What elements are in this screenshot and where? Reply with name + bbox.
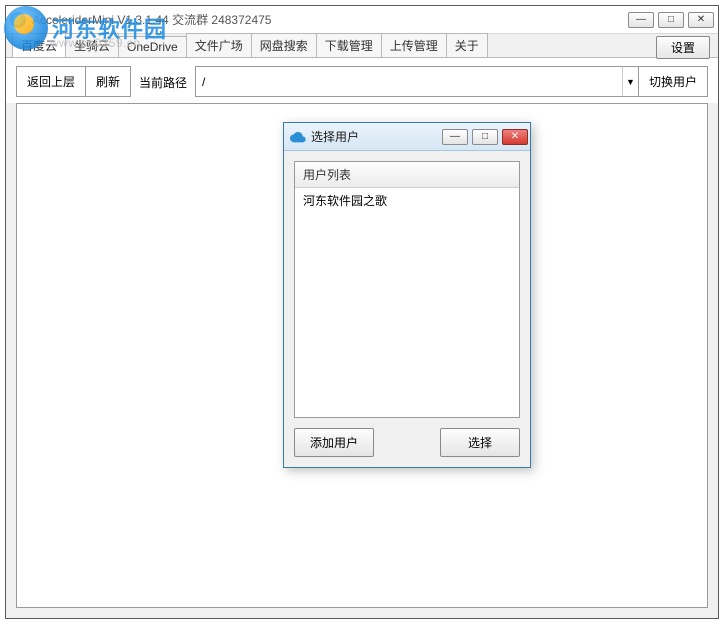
dialog-title: 选择用户 (311, 128, 442, 145)
tab-disk-search[interactable]: 网盘搜索 (251, 33, 317, 57)
path-combobox[interactable]: ▼ (195, 66, 639, 97)
user-list-header: 用户列表 (295, 162, 519, 188)
refresh-button[interactable]: 刷新 (86, 66, 131, 97)
settings-button[interactable]: 设置 (656, 36, 710, 59)
tab-onedrive[interactable]: OneDrive (118, 36, 187, 57)
dialog-close-button[interactable]: ✕ (502, 129, 528, 145)
tab-bar: 百度云 坐骑云 OneDrive 文件广场 网盘搜索 下载管理 上传管理 关于 … (6, 34, 718, 58)
toolbar: 返回上层 刷新 当前路径 ▼ 切换用户 (6, 58, 718, 103)
back-button[interactable]: 返回上层 (16, 66, 86, 97)
maximize-button[interactable]: □ (658, 12, 684, 28)
dialog-titlebar[interactable]: 选择用户 — □ ✕ (284, 123, 530, 151)
close-button[interactable]: ✕ (688, 12, 714, 28)
add-user-button[interactable]: 添加用户 (294, 428, 374, 457)
app-icon (10, 12, 26, 28)
window-title: AcceleriderMini V1.3.1.44 交流群 248372475 (32, 11, 628, 28)
select-button[interactable]: 选择 (440, 428, 520, 457)
path-input[interactable] (196, 67, 622, 96)
cloud-icon (290, 131, 306, 143)
switch-user-button[interactable]: 切换用户 (639, 66, 708, 97)
list-item[interactable]: 河东软件园之歌 (295, 188, 519, 213)
titlebar[interactable]: AcceleriderMini V1.3.1.44 交流群 248372475 … (6, 6, 718, 34)
chevron-down-icon[interactable]: ▼ (622, 67, 638, 96)
user-listbox[interactable]: 用户列表 河东软件园之歌 (294, 161, 520, 418)
tab-file-square[interactable]: 文件广场 (186, 33, 252, 57)
tab-zuoqi[interactable]: 坐骑云 (65, 33, 119, 57)
tab-baidu[interactable]: 百度云 (12, 33, 66, 57)
dialog-maximize-button[interactable]: □ (472, 129, 498, 145)
minimize-button[interactable]: — (628, 12, 654, 28)
tab-downloads[interactable]: 下载管理 (316, 33, 382, 57)
tab-uploads[interactable]: 上传管理 (381, 33, 447, 57)
tab-about[interactable]: 关于 (446, 33, 488, 57)
dialog-minimize-button[interactable]: — (442, 129, 468, 145)
path-label: 当前路径 (131, 66, 195, 97)
select-user-dialog: 选择用户 — □ ✕ 用户列表 河东软件园之歌 添加用户 选择 (283, 122, 531, 468)
